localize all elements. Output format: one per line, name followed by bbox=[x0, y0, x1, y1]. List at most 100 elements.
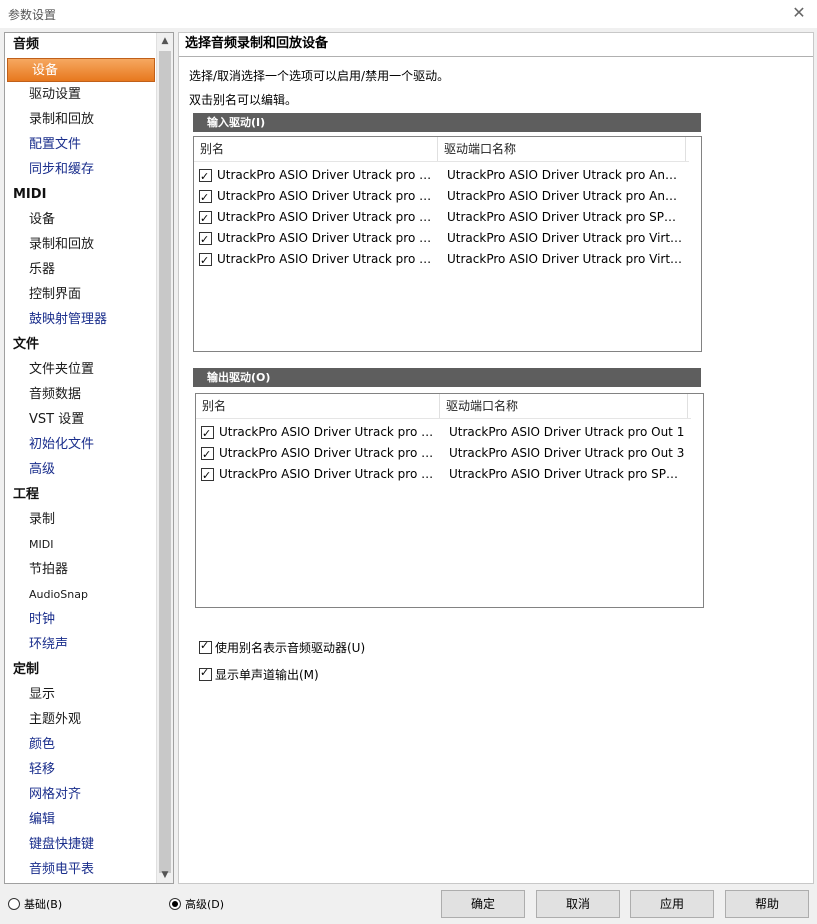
sidebar-item[interactable]: MIDI bbox=[5, 533, 157, 557]
list-header: 别名 驱动端口名称 bbox=[196, 394, 691, 419]
alias-column-header[interactable]: 别名 bbox=[196, 394, 440, 418]
sidebar-item[interactable]: 同步和缓存 bbox=[5, 158, 157, 182]
driver-row[interactable]: UtrackPro ASIO Driver Utrack pro SPDIF Ut… bbox=[194, 207, 689, 229]
settings-panel: 选择音频录制和回放设备 选择/取消选择一个选项可以启用/禁用一个驱动。 双击别名… bbox=[178, 32, 814, 884]
driver-checkbox[interactable] bbox=[201, 465, 214, 486]
checkbox-label: 使用别名表示音频驱动器(U) bbox=[215, 641, 366, 655]
category-tree[interactable]: 音频 设备 驱动设置 录制和回放 配置文件 同步和缓存 MIDI 设备 录制和回放 乐器 控制界面鼓… bbox=[4, 32, 174, 884]
driver-row[interactable]: UtrackPro ASIO Driver Utrack pro SPDIF Ut… bbox=[196, 464, 691, 486]
alias-column-header[interactable]: 别名 bbox=[194, 137, 438, 161]
checkbox-box[interactable] bbox=[199, 638, 212, 654]
driver-port-name: UtrackPro ASIO Driver Utrack pro SPDIF bbox=[449, 467, 685, 481]
scroll-thumb[interactable] bbox=[159, 51, 171, 873]
driver-alias[interactable]: UtrackPro ASIO Driver Utrack pro Virtual… bbox=[217, 228, 437, 249]
page-title: 选择音频录制和回放设备 bbox=[179, 33, 813, 57]
sidebar-item[interactable]: 初始化文件 bbox=[5, 433, 157, 457]
sidebar-item[interactable]: 录制 bbox=[5, 508, 157, 532]
radio-dot[interactable] bbox=[8, 898, 20, 910]
sidebar-item[interactable]: VST 设置 bbox=[5, 408, 157, 432]
sidebar-category[interactable]: 工程 bbox=[5, 483, 157, 507]
sidebar-item[interactable]: 设备 bbox=[5, 208, 157, 232]
sidebar-item[interactable]: AudioSnap bbox=[5, 583, 157, 607]
driver-checkbox[interactable] bbox=[199, 250, 212, 271]
list-header: 别名 驱动端口名称 bbox=[194, 137, 689, 162]
sidebar-item[interactable]: 文件夹位置 bbox=[5, 358, 157, 382]
ok-button[interactable]: 确定 bbox=[441, 890, 525, 918]
sidebar-item[interactable]: 音频电平表 bbox=[5, 858, 157, 882]
driver-port-name: UtrackPro ASIO Driver Utrack pro SPDIF bbox=[447, 210, 683, 224]
sidebar-item[interactable]: 配置文件 bbox=[5, 133, 157, 157]
sidebar-category[interactable]: MIDI bbox=[5, 183, 157, 207]
driver-row[interactable]: UtrackPro ASIO Driver Utrack pro Analog … bbox=[194, 165, 689, 187]
driver-port-name: UtrackPro ASIO Driver Utrack pro Out 3 bbox=[449, 446, 685, 460]
output-drivers-list[interactable]: 别名 驱动端口名称 UtrackPro ASIO Driver Utrack p… bbox=[195, 393, 704, 608]
sidebar-category[interactable]: 音频 bbox=[5, 33, 157, 57]
driver-alias[interactable]: UtrackPro ASIO Driver Utrack pro Analog … bbox=[217, 186, 437, 207]
driver-checkbox[interactable] bbox=[199, 187, 212, 208]
radio-label: 基础(B) bbox=[24, 898, 63, 911]
driver-port-name: UtrackPro ASIO Driver Utrack pro Virtual… bbox=[447, 231, 683, 245]
driver-port-name: UtrackPro ASIO Driver Utrack pro Virtual… bbox=[447, 252, 683, 266]
sidebar-item[interactable]: 颜色 bbox=[5, 733, 157, 757]
sidebar-item[interactable]: 设备 bbox=[7, 58, 155, 82]
sidebar-item[interactable]: 音频数据 bbox=[5, 383, 157, 407]
radio-dot[interactable] bbox=[169, 898, 181, 910]
title-bar: 参数设置 ✕ bbox=[0, 0, 817, 28]
driver-alias[interactable]: UtrackPro ASIO Driver Utrack pro Out 1 bbox=[219, 422, 439, 443]
sidebar-item[interactable]: 节拍器 bbox=[5, 558, 157, 582]
description-line-1: 选择/取消选择一个选项可以启用/禁用一个驱动。 bbox=[189, 69, 450, 83]
cancel-button[interactable]: 取消 bbox=[536, 890, 620, 918]
window-title: 参数设置 bbox=[8, 8, 57, 22]
sidebar-category[interactable]: 定制 bbox=[5, 658, 157, 682]
sidebar-category[interactable]: 文件 bbox=[5, 333, 157, 357]
sidebar-item[interactable]: 驱动设置 bbox=[5, 83, 157, 107]
sidebar-item[interactable]: 编辑 bbox=[5, 808, 157, 832]
sidebar-scrollbar[interactable]: ▲ ▼ bbox=[156, 33, 173, 883]
driver-row[interactable]: UtrackPro ASIO Driver Utrack pro Out 1 Ut… bbox=[196, 422, 691, 444]
sidebar-item[interactable]: 鼓映射管理器 bbox=[5, 308, 157, 332]
sidebar-item[interactable]: 显示 bbox=[5, 683, 157, 707]
sidebar-item[interactable]: 键盘快捷键 bbox=[5, 833, 157, 857]
sidebar-item[interactable]: 环绕声 bbox=[5, 633, 157, 657]
driver-row[interactable]: UtrackPro ASIO Driver Utrack pro Analog … bbox=[194, 186, 689, 208]
sidebar-item[interactable]: 时钟 bbox=[5, 608, 157, 632]
close-icon[interactable]: ✕ bbox=[789, 2, 809, 24]
sidebar-item[interactable]: 乐器 bbox=[5, 258, 157, 282]
driver-checkbox[interactable] bbox=[201, 423, 214, 444]
driver-port-name: UtrackPro ASIO Driver Utrack pro Analog … bbox=[447, 189, 683, 203]
apply-button[interactable]: 应用 bbox=[630, 890, 714, 918]
sidebar-item[interactable]: 网格对齐 bbox=[5, 783, 157, 807]
description-line-2: 双击别名可以编辑。 bbox=[189, 93, 298, 107]
input-drivers-list[interactable]: 别名 驱动端口名称 UtrackPro ASIO Driver Utrack p… bbox=[193, 136, 702, 352]
port-column-header[interactable]: 驱动端口名称 bbox=[438, 137, 686, 161]
driver-row[interactable]: UtrackPro ASIO Driver Utrack pro Virtual… bbox=[194, 228, 689, 250]
checkbox-label: 显示单声道输出(M) bbox=[215, 668, 319, 682]
sidebar-item[interactable]: 录制和回放 bbox=[5, 108, 157, 132]
sidebar-item[interactable]: 轻移 bbox=[5, 758, 157, 782]
driver-checkbox[interactable] bbox=[201, 444, 214, 465]
input-drivers-title: 输入驱动(I) bbox=[193, 113, 701, 132]
driver-checkbox[interactable] bbox=[199, 208, 212, 229]
bottom-bar: 基础(B) 高级(D) 确定 取消 应用 帮助 bbox=[0, 886, 817, 924]
help-button[interactable]: 帮助 bbox=[725, 890, 809, 918]
driver-alias[interactable]: UtrackPro ASIO Driver Utrack pro Out 3 bbox=[219, 443, 439, 464]
driver-checkbox[interactable] bbox=[199, 166, 212, 187]
driver-checkbox[interactable] bbox=[199, 229, 212, 250]
driver-alias[interactable]: UtrackPro ASIO Driver Utrack pro Analog … bbox=[217, 165, 437, 186]
driver-port-name: UtrackPro ASIO Driver Utrack pro Analog … bbox=[447, 168, 683, 182]
scroll-down-icon[interactable]: ▼ bbox=[157, 867, 173, 883]
scroll-up-icon[interactable]: ▲ bbox=[157, 33, 173, 49]
port-column-header[interactable]: 驱动端口名称 bbox=[440, 394, 688, 418]
driver-port-name: UtrackPro ASIO Driver Utrack pro Out 1 bbox=[449, 425, 685, 439]
driver-row[interactable]: UtrackPro ASIO Driver Utrack pro Out 3 Ut… bbox=[196, 443, 691, 465]
driver-alias[interactable]: UtrackPro ASIO Driver Utrack pro Virtual… bbox=[217, 249, 437, 270]
sidebar-item[interactable]: 主题外观 bbox=[5, 708, 157, 732]
driver-alias[interactable]: UtrackPro ASIO Driver Utrack pro SPDIF bbox=[219, 464, 439, 485]
output-drivers-title: 输出驱动(O) bbox=[193, 368, 701, 387]
driver-row[interactable]: UtrackPro ASIO Driver Utrack pro Virtual… bbox=[194, 249, 689, 271]
sidebar-item[interactable]: 录制和回放 bbox=[5, 233, 157, 257]
sidebar-item[interactable]: 高级 bbox=[5, 458, 157, 482]
checkbox-box[interactable] bbox=[199, 665, 212, 681]
driver-alias[interactable]: UtrackPro ASIO Driver Utrack pro SPDIF bbox=[217, 207, 437, 228]
sidebar-item[interactable]: 控制界面 bbox=[5, 283, 157, 307]
